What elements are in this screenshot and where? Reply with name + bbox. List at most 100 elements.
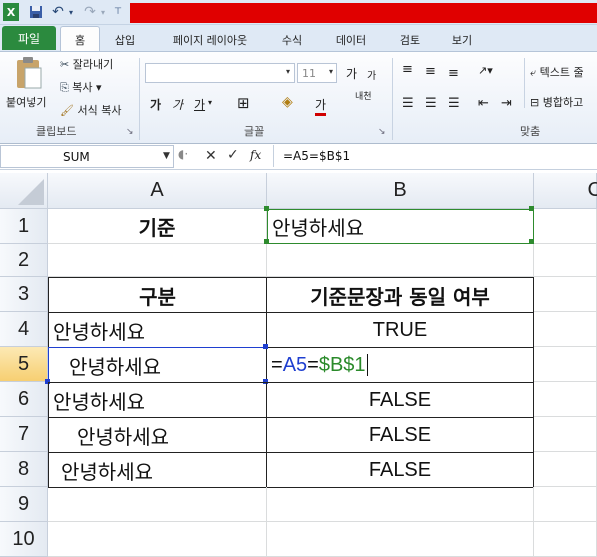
cell-a5[interactable]: 안녕하세요	[48, 347, 267, 383]
tab-file[interactable]: 파일	[2, 26, 56, 50]
row-header-3[interactable]: 3	[0, 277, 48, 312]
cell-a9[interactable]	[48, 487, 267, 522]
clipboard-launcher-icon[interactable]: ↘	[126, 127, 134, 137]
cell-c5[interactable]	[534, 347, 597, 382]
font-launcher-icon[interactable]: ↘	[378, 127, 386, 137]
tab-data[interactable]: 데이터	[326, 29, 376, 51]
enter-icon[interactable]: ✓	[227, 147, 239, 163]
cancel-icon[interactable]: ✕	[205, 148, 217, 164]
cell-b8[interactable]: FALSE	[266, 452, 534, 488]
cell-c10[interactable]	[534, 522, 597, 557]
row-header-5[interactable]: 5	[0, 347, 48, 382]
cell-c4[interactable]	[534, 312, 597, 347]
undo-icon[interactable]: ↶	[50, 3, 66, 21]
shrink-font-button[interactable]: 가	[367, 67, 376, 82]
cell-c2[interactable]	[534, 244, 597, 277]
column-header-b[interactable]: B	[267, 173, 534, 209]
cell-c9[interactable]	[534, 487, 597, 522]
cell-a4[interactable]: 안녕하세요	[48, 312, 267, 348]
redo-icon[interactable]: ↷	[82, 3, 98, 21]
font-name-combo[interactable]: ▾	[145, 63, 295, 83]
align-right-icon[interactable]: ☰	[448, 96, 460, 111]
row-header-8[interactable]: 8	[0, 452, 48, 487]
cell-b9[interactable]	[267, 487, 534, 522]
cell-b5-editing[interactable]: = A5 = $B$1	[266, 347, 534, 383]
tab-insert[interactable]: 삽입	[105, 29, 145, 51]
row-header-7[interactable]: 7	[0, 417, 48, 452]
align-left-icon[interactable]: ☰	[402, 96, 414, 111]
font-color-button[interactable]: 가	[315, 96, 327, 116]
name-box[interactable]: SUM ▼	[0, 145, 174, 168]
tab-page-layout[interactable]: 페이지 레이아웃	[158, 29, 262, 51]
font-size-combo[interactable]: 11 ▾	[297, 63, 337, 83]
reference-handle[interactable]	[264, 206, 269, 211]
wrap-text-button[interactable]: ⤶ 텍스트 줄	[530, 64, 584, 80]
redacted-title-bar	[130, 3, 597, 23]
redo-dropdown-icon[interactable]: ▾	[98, 3, 108, 21]
merge-center-button[interactable]: ⊟ 병합하고	[530, 94, 583, 110]
paste-icon[interactable]	[14, 56, 44, 94]
align-top-icon[interactable]: ≡	[402, 62, 413, 77]
cell-c8[interactable]	[534, 452, 597, 487]
border-icon[interactable]: ⊞	[237, 94, 250, 112]
cell-b1[interactable]: 안녕하세요	[267, 209, 534, 244]
cell-c1[interactable]	[534, 209, 597, 244]
bold-button[interactable]: 가	[150, 96, 161, 113]
cell-b3[interactable]: 기준문장과 동일 여부	[266, 277, 534, 313]
reference-handle[interactable]	[529, 206, 534, 211]
grow-font-button[interactable]: 가	[346, 65, 357, 82]
cell-a8[interactable]: 안녕하세요	[48, 452, 267, 488]
cell-a3[interactable]: 구분	[48, 277, 267, 313]
cell-a7[interactable]: 안녕하세요	[48, 417, 267, 453]
row-header-4[interactable]: 4	[0, 312, 48, 347]
align-bottom-icon[interactable]: ≡	[448, 66, 459, 81]
increase-indent-icon[interactable]: ⇥	[501, 96, 512, 111]
paste-label[interactable]: 붙여넣기	[6, 94, 46, 110]
cell-b4[interactable]: TRUE	[266, 312, 534, 348]
cut-button[interactable]: ✂ 잘라내기	[60, 56, 113, 72]
fill-color-icon[interactable]: ◈	[282, 94, 293, 110]
row-header-10[interactable]: 10	[0, 522, 48, 557]
cell-c6[interactable]	[534, 382, 597, 417]
cell-b6[interactable]: FALSE	[266, 382, 534, 418]
reference-handle[interactable]	[263, 344, 268, 349]
insert-function-button[interactable]: fx	[250, 148, 261, 162]
tab-formulas[interactable]: 수식	[272, 29, 312, 51]
underline-button[interactable]: 가	[194, 96, 205, 113]
resize-handle-icon[interactable]: ◖·	[178, 147, 188, 161]
underline-dropdown-icon[interactable]: ▾	[208, 98, 212, 107]
row-header-6[interactable]: 6	[0, 382, 48, 417]
row-header-2[interactable]: 2	[0, 244, 48, 277]
align-middle-icon[interactable]: ≡	[425, 64, 436, 79]
cell-a1[interactable]: 기준	[48, 209, 267, 244]
save-icon[interactable]	[28, 3, 44, 21]
row-header-9[interactable]: 9	[0, 487, 48, 522]
cell-c7[interactable]	[534, 417, 597, 452]
italic-button[interactable]: 가	[172, 96, 183, 113]
copy-button[interactable]: ⎘ 복사 ▾	[60, 79, 102, 95]
row-header-1[interactable]: 1	[0, 209, 48, 244]
chevron-down-icon[interactable]: ▼	[163, 151, 170, 161]
tab-review[interactable]: 검토	[390, 29, 430, 51]
tab-view[interactable]: 보기	[442, 29, 482, 51]
format-painter-button[interactable]: 🖌 서식 복사	[60, 102, 121, 118]
cell-a10[interactable]	[48, 522, 267, 557]
cell-a2[interactable]	[48, 244, 267, 277]
column-header-a[interactable]: A	[48, 173, 267, 209]
customize-toolbar-icon[interactable]: ⊤	[112, 3, 124, 21]
column-header-c[interactable]: C	[534, 173, 597, 209]
undo-dropdown-icon[interactable]: ▾	[66, 3, 76, 21]
decrease-indent-icon[interactable]: ⇤	[478, 96, 489, 111]
align-center-icon[interactable]: ☰	[425, 96, 437, 111]
cell-b7[interactable]: FALSE	[266, 417, 534, 453]
cell-c3[interactable]	[534, 277, 597, 312]
orientation-icon[interactable]: ↗▾	[478, 64, 493, 77]
cell-b10[interactable]	[267, 522, 534, 557]
formula-input[interactable]: =A5=$B$1	[283, 149, 350, 163]
phonetic-button[interactable]: 내천	[355, 92, 377, 102]
cell-b2[interactable]	[267, 244, 534, 277]
cell-a6[interactable]: 안녕하세요	[48, 382, 267, 418]
select-all-corner[interactable]	[0, 173, 48, 209]
tab-home[interactable]: 홈	[60, 26, 100, 52]
cell-b1-text: 안녕하세요	[272, 216, 364, 240]
